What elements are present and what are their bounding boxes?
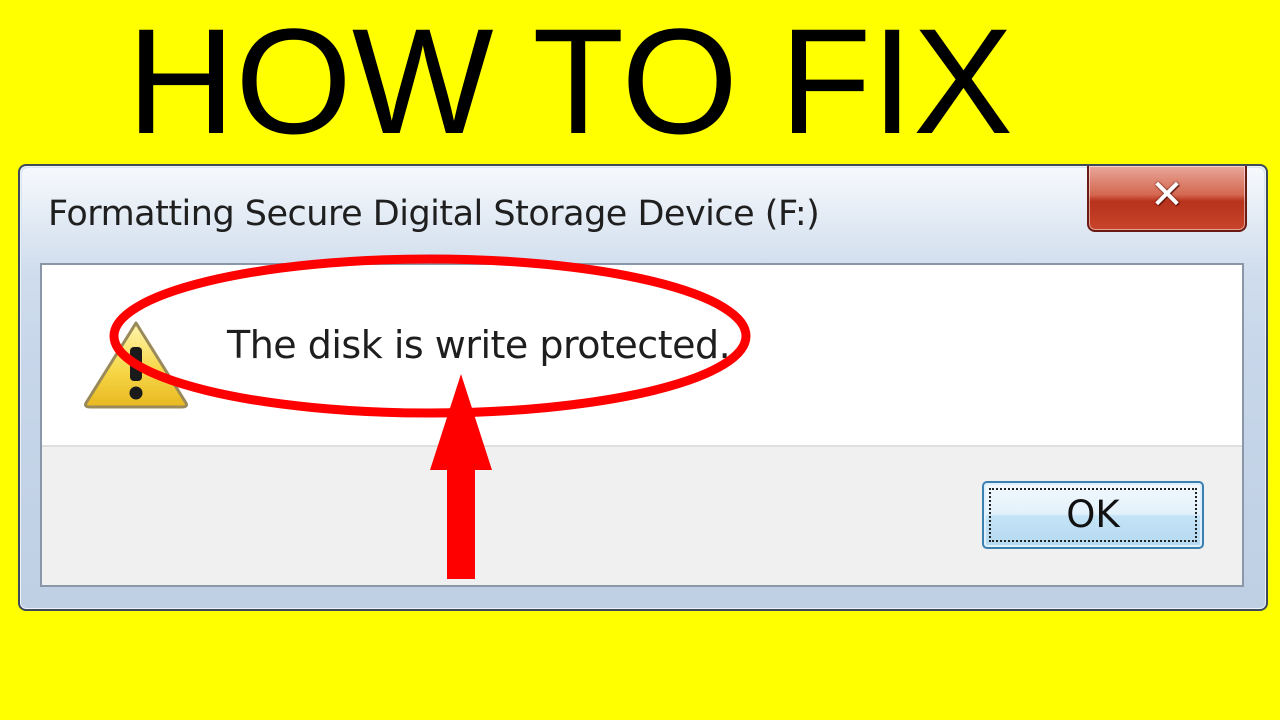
dialog-body: The disk is write protected. OK (40, 263, 1244, 587)
close-button[interactable]: ✕ (1087, 166, 1247, 232)
ok-button[interactable]: OK (982, 481, 1204, 549)
error-dialog: Formatting Secure Digital Storage Device… (18, 164, 1268, 611)
ok-button-label: OK (1066, 493, 1120, 536)
dialog-title: Formatting Secure Digital Storage Device… (48, 194, 820, 234)
headline-title: HOW TO FIX (126, 0, 1014, 165)
message-pane: The disk is write protected. (42, 265, 1242, 447)
close-icon: ✕ (1150, 172, 1184, 218)
warning-icon (84, 321, 188, 409)
error-message: The disk is write protected. (227, 323, 731, 367)
